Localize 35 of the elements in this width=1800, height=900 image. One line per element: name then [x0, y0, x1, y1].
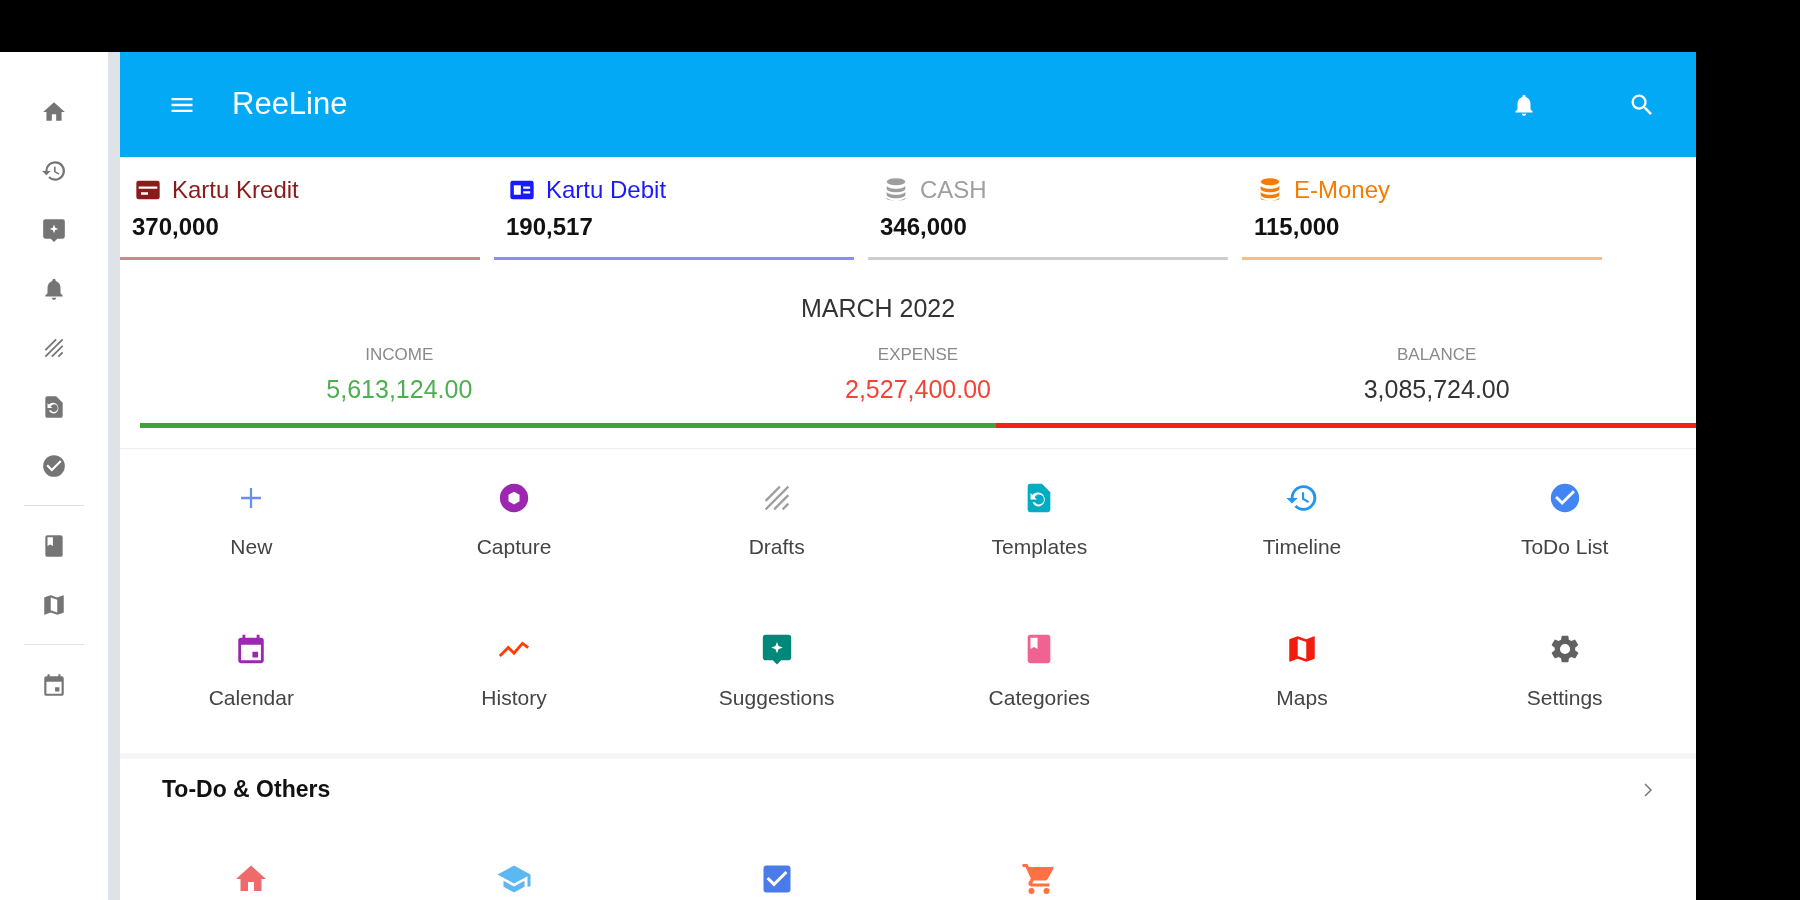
- account-amount: 346,000: [879, 212, 967, 242]
- shortcut-tile[interactable]: Suggestions: [645, 621, 908, 753]
- shortcut-tile[interactable]: New: [120, 470, 383, 602]
- account-name: Kartu Debit: [546, 175, 667, 205]
- account-amount: 115,000: [1253, 212, 1340, 242]
- summary-value: 2,527,400.00: [845, 374, 991, 405]
- account-card[interactable]: Kartu Kredit 370,000: [120, 175, 480, 260]
- chat-sparkle-icon: [41, 216, 67, 243]
- month-label: MARCH 2022: [800, 293, 957, 324]
- shortcut-tile[interactable]: Timeline: [1170, 470, 1434, 602]
- account-name: E-Money: [1294, 175, 1391, 205]
- shortcut-tile[interactable]: History: [382, 621, 646, 753]
- account-name: Kartu Kredit: [172, 175, 299, 205]
- shortcut-tile[interactable]: ToDo List: [1433, 470, 1696, 602]
- shortcut-tile[interactable]: Calendar: [120, 621, 383, 753]
- shortcut-tile[interactable]: Templates: [908, 470, 1171, 602]
- account-amount: 370,000: [131, 212, 219, 242]
- summary-label: INCOME: [365, 343, 434, 366]
- account-amount: 190,517: [505, 212, 593, 242]
- summary-value: 5,613,124.00: [326, 374, 473, 405]
- account-card[interactable]: CASH 346,000: [868, 175, 1228, 260]
- shortcut-tile[interactable]: Settings: [1433, 621, 1696, 753]
- section-header[interactable]: To-Do & Others: [120, 758, 1696, 821]
- account-card[interactable]: E-Money 115,000: [1242, 175, 1602, 260]
- shortcut-tile[interactable]: Drafts: [645, 470, 908, 602]
- summary-value: 3,085,724.00: [1363, 374, 1510, 405]
- account-card[interactable]: Kartu Debit 190,517: [494, 175, 854, 260]
- calendar-icon: [41, 671, 67, 698]
- account-name: CASH: [920, 175, 987, 205]
- shortcut-tile[interactable]: Categories: [908, 621, 1171, 753]
- summary-label: EXPENSE: [877, 343, 959, 366]
- shortcut-tile[interactable]: Maps: [1170, 621, 1434, 753]
- shortcut-tile[interactable]: Capture: [382, 470, 646, 602]
- summary-label: BALANCE: [1396, 343, 1477, 366]
- app-title: ReeLine: [232, 85, 348, 124]
